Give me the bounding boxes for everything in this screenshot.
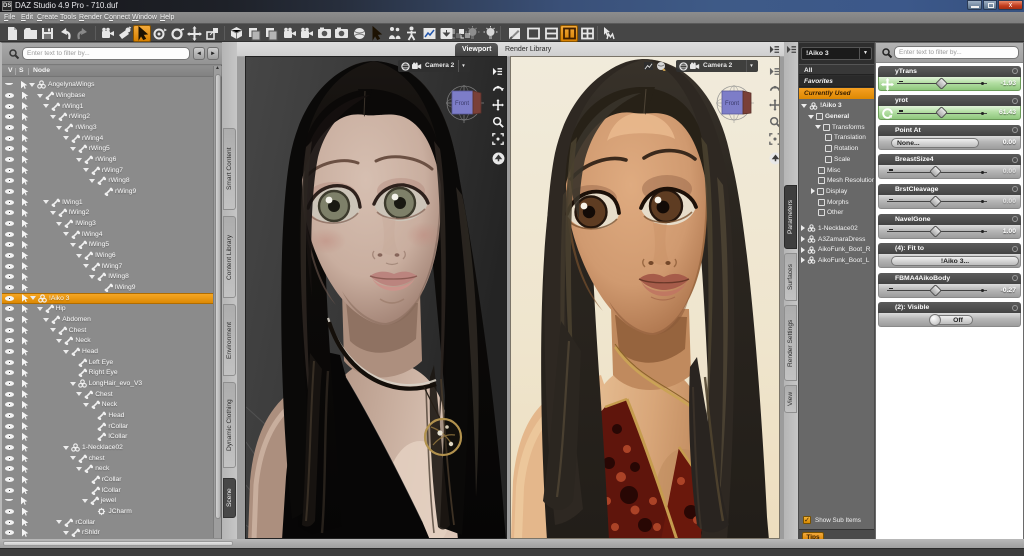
svg-text:Front: Front [725, 101, 739, 107]
svg-text:Front: Front [455, 101, 469, 107]
